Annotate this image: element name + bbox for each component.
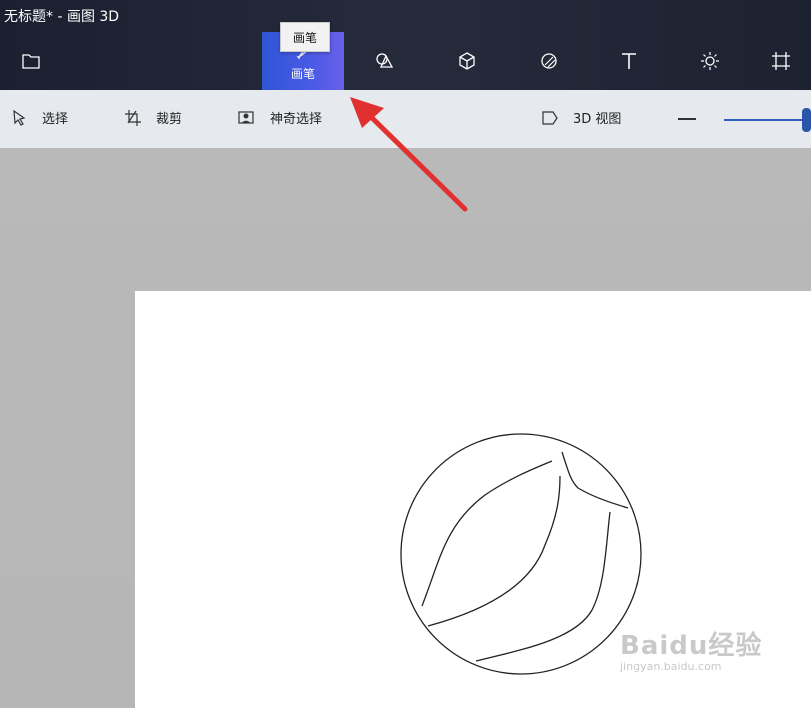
tab-stickers[interactable] [508, 32, 590, 90]
zoom-out-icon[interactable] [678, 118, 696, 120]
tab-2d-shapes[interactable] [344, 32, 426, 90]
window-title: 无标题* - 画图 3D [4, 9, 120, 25]
effects-icon [701, 52, 719, 70]
magic-select-button[interactable]: 神奇选择 [238, 108, 322, 127]
crop-icon [125, 109, 141, 126]
crop-label: 裁剪 [156, 112, 183, 127]
tab-text[interactable] [588, 32, 670, 90]
zoom-slider[interactable] [724, 119, 811, 121]
magic-select-label: 神奇选择 [270, 112, 323, 127]
2d-shapes-icon [376, 53, 394, 68]
tab-effects[interactable] [669, 32, 751, 90]
zoom-slider-thumb[interactable] [802, 108, 811, 132]
3d-view-label: 3D 视图 [573, 112, 622, 127]
title-toolbar: 无标题* - 画图 3D 画笔 [0, 0, 811, 90]
watermark-logo: Baidu经验 [620, 631, 763, 661]
canvas-icon [771, 52, 790, 70]
magic-select-icon [238, 110, 254, 124]
3d-shapes-icon [459, 52, 475, 70]
watermark: Baidu经验 jingyan.baidu.com [620, 625, 762, 673]
stickers-icon [541, 53, 557, 69]
tab-canvas[interactable] [750, 32, 811, 90]
tab-3d-shapes[interactable] [426, 32, 508, 90]
cursor-icon [13, 109, 26, 126]
select-button[interactable]: 选择 [10, 108, 68, 127]
crop-button[interactable]: 裁剪 [124, 108, 182, 127]
folder-icon [22, 54, 40, 69]
3d-view-icon [542, 110, 558, 125]
select-label: 选择 [42, 112, 69, 127]
tooltip: 画笔 [280, 22, 330, 52]
text-icon [622, 53, 636, 69]
tab-brushes-label: 画笔 [290, 66, 315, 81]
3d-view-button[interactable]: 3D 视图 [541, 108, 621, 127]
menu-button[interactable] [0, 32, 62, 90]
